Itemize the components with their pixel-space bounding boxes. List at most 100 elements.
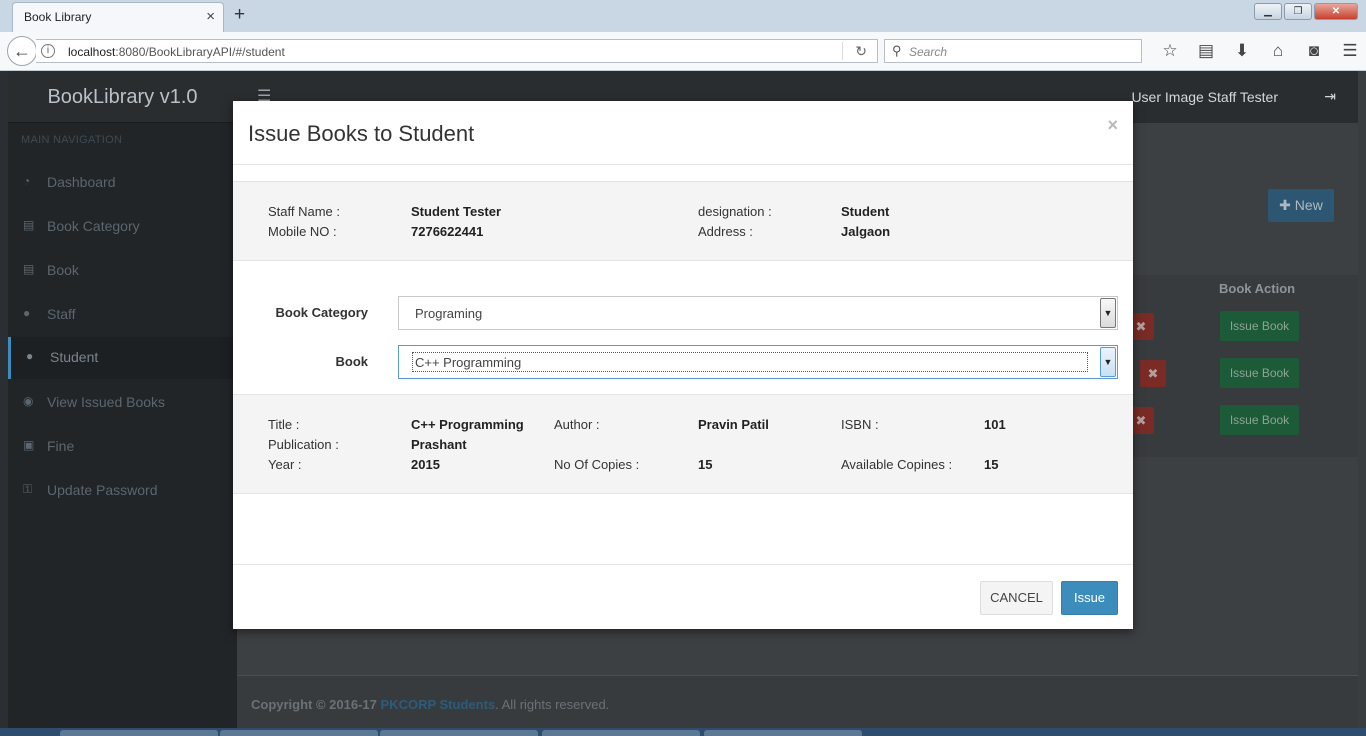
sidebar-item-view-issued-books[interactable]: ◉ View Issued Books bbox=[8, 382, 237, 424]
issue-button[interactable]: Issue bbox=[1061, 581, 1118, 615]
tab-title: Book Library bbox=[24, 10, 92, 24]
pocket-icon[interactable]: ◙ bbox=[1296, 40, 1332, 62]
mobile-label: Mobile NO : bbox=[268, 224, 337, 239]
modal-footer: CANCEL Issue bbox=[233, 564, 1133, 629]
search-icon: ⚲ bbox=[892, 43, 902, 58]
staff-name-label: Staff Name : bbox=[268, 204, 341, 219]
sidebar-heading: MAIN NAVIGATION bbox=[21, 134, 123, 146]
url-text: localhost:8080/BookLibraryAPI/#/student bbox=[68, 45, 285, 59]
delete-button[interactable]: ✖ bbox=[1140, 360, 1166, 387]
copies-value: 15 bbox=[698, 457, 713, 472]
title-label: Title : bbox=[268, 417, 300, 432]
sidebar-item-dashboard[interactable]: ◔ Dashboard bbox=[8, 162, 237, 204]
book-value: C++ Programming bbox=[412, 352, 1088, 372]
window-close-icon[interactable]: ✕ bbox=[1314, 3, 1358, 20]
taskbar-button[interactable] bbox=[60, 730, 218, 736]
year-label: Year : bbox=[268, 457, 302, 472]
author-label: Author : bbox=[554, 417, 600, 432]
money-icon: ▣ bbox=[23, 438, 35, 452]
window-controls: ▁ ❐ ✕ bbox=[1254, 3, 1358, 20]
url-divider bbox=[842, 42, 843, 60]
issue-book-button[interactable]: Issue Book bbox=[1220, 311, 1299, 341]
new-student-button[interactable]: ✚ New bbox=[1268, 189, 1334, 222]
taskbar-button[interactable] bbox=[380, 730, 538, 736]
restore-icon[interactable]: ❐ bbox=[1284, 3, 1312, 20]
issue-book-button[interactable]: Issue Book bbox=[1220, 358, 1299, 388]
search-placeholder: Search bbox=[909, 45, 948, 59]
available-copies-label: Available Copines : bbox=[841, 457, 953, 472]
chevron-down-icon[interactable]: ▼ bbox=[1100, 298, 1116, 328]
download-icon[interactable]: ⬇ bbox=[1224, 40, 1260, 62]
copies-label: No Of Copies : bbox=[554, 457, 640, 472]
app-logo[interactable]: BookLibrary v1.0 bbox=[8, 71, 237, 123]
key-icon: ⚿ bbox=[23, 482, 33, 496]
available-copies-value: 15 bbox=[984, 457, 999, 472]
sidebar-item-update-password[interactable]: ⚿ Update Password bbox=[8, 470, 237, 512]
browser-chrome: Book Library × + ▁ ❐ ✕ ← i localhost:808… bbox=[0, 0, 1366, 71]
menu-icon[interactable]: ☰ bbox=[1332, 40, 1366, 62]
footer-link[interactable]: PKCORP Students bbox=[381, 697, 496, 712]
sidebar: MAIN NAVIGATION ◔ Dashboard ▤ Book Categ… bbox=[8, 123, 237, 728]
chevron-down-icon[interactable]: ▼ bbox=[1100, 347, 1116, 377]
sidebar-item-student[interactable]: ● Student bbox=[8, 337, 237, 379]
sign-out-icon[interactable]: ⇥ bbox=[1324, 88, 1336, 105]
sidebar-item-book[interactable]: ▤ Book bbox=[8, 250, 237, 292]
book-details-panel: Title : C++ Programming Publication : Pr… bbox=[233, 394, 1133, 494]
book-select[interactable]: C++ Programming ▼ bbox=[398, 345, 1118, 379]
sidebar-item-book-category[interactable]: ▤ Book Category bbox=[8, 206, 237, 248]
address-value: Jalgaon bbox=[841, 224, 891, 239]
window-edge bbox=[0, 71, 8, 728]
taskbar-button[interactable] bbox=[220, 730, 378, 736]
author-value: Pravin Patil bbox=[698, 417, 769, 432]
star-icon[interactable]: ☆ bbox=[1152, 40, 1188, 62]
staff-name-value: Student Tester bbox=[411, 204, 502, 219]
info-icon[interactable]: i bbox=[41, 44, 55, 58]
issue-books-modal: Issue Books to Student × Staff Name : St… bbox=[233, 101, 1133, 629]
user-menu[interactable]: User Image Staff Tester bbox=[1131, 89, 1278, 105]
year-value: 2015 bbox=[411, 457, 440, 472]
student-info-panel: Staff Name : Student Tester Mobile NO : … bbox=[233, 181, 1133, 261]
browser-tab[interactable]: Book Library × bbox=[12, 2, 224, 32]
column-header-book-action: Book Action bbox=[1219, 281, 1296, 296]
eye-icon: ◉ bbox=[23, 394, 34, 408]
cancel-button[interactable]: CANCEL bbox=[980, 581, 1053, 615]
book-category-select[interactable]: Programing ▼ bbox=[398, 296, 1118, 330]
taskbar bbox=[0, 728, 1366, 736]
tab-strip: Book Library × + ▁ ❐ ✕ bbox=[0, 0, 1366, 32]
mobile-value: 7276622441 bbox=[411, 224, 484, 239]
designation-value: Student bbox=[841, 204, 890, 219]
url-bar[interactable]: i localhost:8080/BookLibraryAPI/#/studen… bbox=[36, 39, 878, 63]
isbn-label: ISBN : bbox=[841, 417, 879, 432]
search-input[interactable]: ⚲ Search bbox=[884, 39, 1142, 63]
modal-header: Issue Books to Student × bbox=[233, 101, 1133, 165]
copyright-text: Copyright © 2016-17 PKCORP Students. All… bbox=[251, 697, 610, 712]
user-icon: ● bbox=[23, 306, 31, 320]
book-label: Book bbox=[335, 354, 369, 369]
book-icon: ▤ bbox=[23, 218, 35, 232]
book-icon: ▤ bbox=[23, 262, 35, 276]
scrollbar[interactable] bbox=[1358, 71, 1366, 728]
book-category-value: Programing bbox=[415, 306, 483, 321]
issue-book-button[interactable]: Issue Book bbox=[1220, 405, 1299, 435]
back-arrow-icon[interactable]: ← bbox=[7, 36, 37, 66]
publication-label: Publication : bbox=[268, 437, 339, 452]
page-footer: Copyright © 2016-17 PKCORP Students. All… bbox=[237, 675, 1358, 728]
new-tab-icon[interactable]: + bbox=[234, 4, 245, 26]
toolbar-icons: ☆ ▤ ⬇ ⌂ ◙ ☰ bbox=[1152, 40, 1366, 62]
close-icon[interactable]: × bbox=[1107, 115, 1118, 136]
taskbar-button[interactable] bbox=[542, 730, 700, 736]
publication-value: Prashant bbox=[411, 437, 467, 452]
sidebar-item-staff[interactable]: ● Staff bbox=[8, 294, 237, 336]
minimize-icon[interactable]: ▁ bbox=[1254, 3, 1282, 20]
reload-icon[interactable]: ↻ bbox=[855, 43, 867, 60]
home-icon[interactable]: ⌂ bbox=[1260, 40, 1296, 62]
taskbar-button[interactable] bbox=[704, 730, 862, 736]
isbn-value: 101 bbox=[984, 417, 1006, 432]
sidebar-item-fine[interactable]: ▣ Fine bbox=[8, 426, 237, 468]
title-value: C++ Programming bbox=[411, 417, 524, 432]
reader-icon[interactable]: ▤ bbox=[1188, 40, 1224, 62]
user-icon: ● bbox=[26, 349, 34, 363]
address-label: Address : bbox=[698, 224, 753, 239]
tab-close-icon[interactable]: × bbox=[206, 8, 215, 25]
book-category-label: Book Category bbox=[275, 305, 368, 320]
